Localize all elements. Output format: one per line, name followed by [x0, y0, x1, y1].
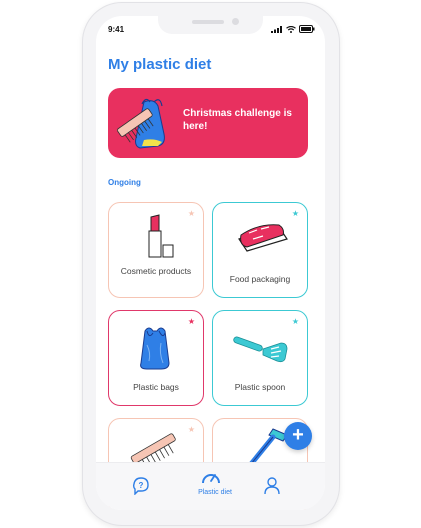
star-icon: ★: [291, 209, 299, 218]
app-screen: 9:41 My plastic diet Christmas challenge…: [96, 16, 325, 510]
wifi-icon: [286, 25, 296, 33]
star-icon: ★: [187, 317, 195, 326]
plastic-bag-icon: [140, 327, 170, 370]
page-title: My plastic diet: [108, 56, 212, 73]
banner-text: Christmas challenge is here!: [183, 108, 292, 132]
status-icons: [271, 25, 315, 33]
tab-help[interactable]: ?: [132, 463, 152, 510]
card-plastic-bags[interactable]: ★ Plastic bags: [108, 310, 204, 406]
card-label: Food packaging: [229, 274, 291, 284]
card-food-packaging[interactable]: ★ Food packaging: [212, 202, 308, 298]
christmas-challenge-banner[interactable]: Christmas challenge is here!: [108, 88, 308, 158]
tab-plastic-diet[interactable]: Plastic diet: [198, 463, 232, 510]
comb-and-bag-illustration: [117, 98, 165, 149]
card-plastic-spoon[interactable]: ★ Plastic spoon: [212, 310, 308, 406]
svg-text:?: ?: [139, 481, 144, 490]
star-icon: ★: [187, 209, 195, 218]
phone-notch: [158, 16, 263, 34]
tab-label: Plastic diet: [198, 489, 232, 496]
food-tray-icon: [238, 224, 288, 252]
question-icon: ?: [132, 477, 149, 495]
add-button[interactable]: +: [284, 422, 312, 450]
signal-icon: [271, 25, 282, 33]
battery-icon: [299, 25, 315, 33]
speaker: [192, 20, 224, 24]
section-label-ongoing: Ongoing: [108, 178, 141, 187]
gauge-icon: [202, 474, 220, 484]
card-label: Cosmetic products: [120, 266, 192, 276]
star-icon: ★: [291, 317, 299, 326]
card-label: Plastic bags: [133, 382, 179, 392]
status-time: 9:41: [108, 25, 125, 34]
tab-bar: ? Plastic diet: [96, 462, 325, 510]
spatula-icon: [233, 336, 288, 363]
card-cosmetic-products[interactable]: ★ Cosmetic products: [108, 202, 204, 298]
camera: [232, 18, 239, 25]
card-label: Plastic spoon: [234, 382, 286, 392]
lipstick-icon: [148, 214, 174, 258]
tab-profile[interactable]: [264, 463, 280, 510]
user-icon: [264, 477, 280, 495]
star-icon: ★: [187, 425, 195, 434]
